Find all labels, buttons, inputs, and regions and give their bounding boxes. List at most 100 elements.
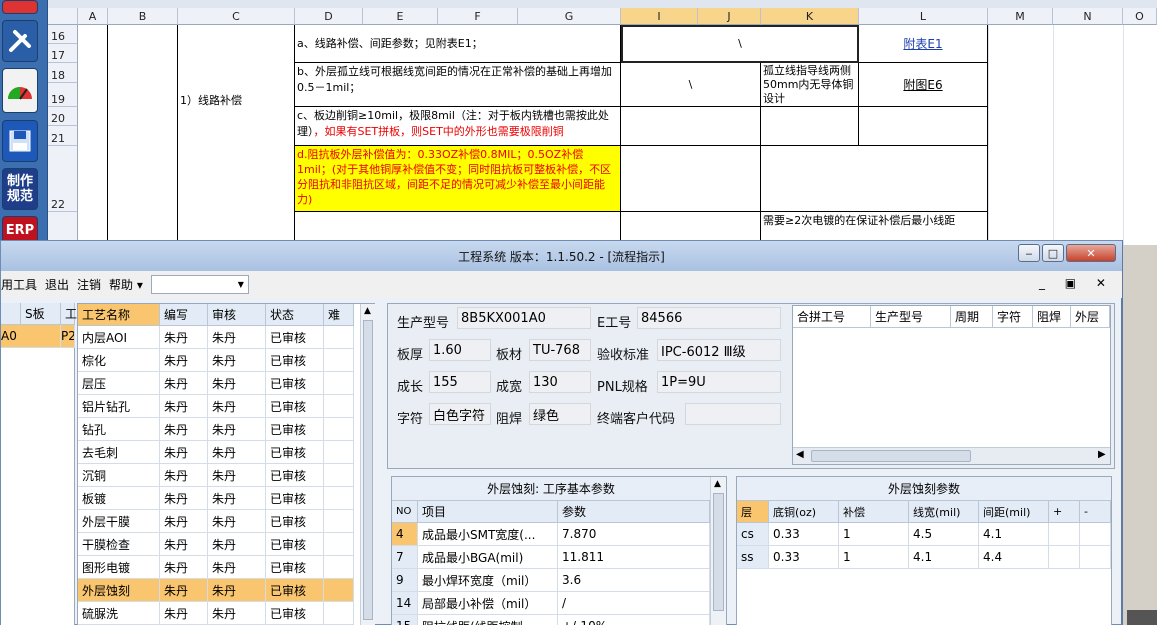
merge-grid-header[interactable]: 周期 <box>951 306 993 328</box>
row-header[interactable]: 20 <box>48 107 78 126</box>
merge-scroll-thumb[interactable] <box>811 450 971 462</box>
col-header[interactable]: I <box>621 8 698 25</box>
standard-field[interactable]: IPC-6012 Ⅲ级 <box>657 339 781 361</box>
process-grid-header[interactable]: 难 <box>324 304 354 326</box>
process-grid-cell[interactable]: 朱丹 <box>160 372 208 395</box>
menu-exit[interactable]: 退出 <box>45 276 69 293</box>
pnl-field[interactable]: 1P=9U <box>657 371 781 393</box>
cell-b-value[interactable]: \ <box>621 63 761 107</box>
scroll-left-icon[interactable]: ◀ <box>796 449 804 460</box>
etch-params-cell[interactable]: 1 <box>839 546 909 569</box>
process-grid-cell[interactable]: 朱丹 <box>160 326 208 349</box>
process-grid-cell[interactable]: 已审核 <box>266 510 324 533</box>
process-grid-cell[interactable]: 朱丹 <box>160 602 208 625</box>
basic-params-cell[interactable]: 成品最小BGA(mil) <box>418 546 558 569</box>
process-grid-cell[interactable]: 朱丹 <box>208 487 266 510</box>
etch-params-cell[interactable] <box>1049 546 1080 569</box>
etch-params-cell[interactable]: 1 <box>839 523 909 546</box>
process-grid-cell[interactable]: 朱丹 <box>208 418 266 441</box>
row-header[interactable]: 16 <box>48 25 78 44</box>
process-grid-cell[interactable] <box>324 602 354 625</box>
appendix-e6-link[interactable]: 附图E6 <box>859 63 988 107</box>
save-icon[interactable] <box>2 120 38 162</box>
cell-a-text[interactable]: a、线路补偿、间距参数；见附表E1； <box>295 25 621 63</box>
length-field[interactable]: 155 <box>429 371 491 393</box>
cell-d-note[interactable] <box>761 146 988 212</box>
left-grid-cell[interactable]: P2 <box>61 325 75 348</box>
etch-params-cell[interactable]: 4.5 <box>909 523 979 546</box>
etch-params-header[interactable]: 底铜(oz) <box>769 501 839 523</box>
process-grid-cell[interactable] <box>324 487 354 510</box>
red-tool-icon[interactable] <box>2 0 38 14</box>
process-grid-cell[interactable]: 外层蚀刻 <box>78 579 160 602</box>
process-grid-cell[interactable] <box>324 349 354 372</box>
process-grid-cell[interactable]: 朱丹 <box>160 510 208 533</box>
basic-params-cell[interactable]: 15 <box>392 615 418 625</box>
col-header[interactable]: C <box>178 8 295 25</box>
col-header[interactable]: A <box>78 8 108 25</box>
cell-c-text[interactable]: c、板边削铜≥10mil，极限8mil（注：对于板内铣槽也需按此处理），如果有S… <box>295 107 621 146</box>
process-grid-cell[interactable]: 内层AOI <box>78 326 160 349</box>
ework-field[interactable]: 84566 <box>637 307 781 329</box>
cell-d-text[interactable]: d.阻抗板外层补偿值为：0.33OZ补偿0.8MIL；0.5OZ补偿1mil；(… <box>295 146 621 212</box>
process-grid-cell[interactable]: 朱丹 <box>160 487 208 510</box>
process-grid-cell[interactable]: 朱丹 <box>160 418 208 441</box>
cell-a-value[interactable]: \ <box>621 25 859 63</box>
process-grid-cell[interactable]: 已审核 <box>266 487 324 510</box>
thickness-field[interactable]: 1.60 <box>429 339 491 361</box>
basic-params-cell[interactable]: 7.870 <box>558 523 710 546</box>
process-grid-cell[interactable]: 已审核 <box>266 533 324 556</box>
process-grid-cell[interactable] <box>324 510 354 533</box>
material-field[interactable]: TU-768 <box>529 339 591 361</box>
merge-grid-header[interactable]: 生产型号 <box>871 306 951 328</box>
merge-grid-header[interactable]: 字符 <box>993 306 1033 328</box>
process-grid-cell[interactable]: 棕化 <box>78 349 160 372</box>
row-header[interactable]: 19 <box>48 83 78 107</box>
etch-params-header[interactable]: + <box>1049 501 1080 523</box>
basic-params-vscroll[interactable]: ▲ <box>710 477 726 625</box>
basic-params-cell[interactable]: 3.6 <box>558 569 710 592</box>
process-grid-cell[interactable]: 板镀 <box>78 487 160 510</box>
basic-params-header[interactable]: NO <box>392 501 418 523</box>
basic-params-cell[interactable]: 11.811 <box>558 546 710 569</box>
process-grid-cell[interactable]: 已审核 <box>266 579 324 602</box>
process-grid-cell[interactable]: 已审核 <box>266 395 324 418</box>
process-grid-cell[interactable]: 朱丹 <box>160 464 208 487</box>
process-grid-cell[interactable]: 朱丹 <box>208 395 266 418</box>
process-grid-cell[interactable] <box>324 533 354 556</box>
customer-field[interactable] <box>685 403 781 425</box>
etch-params-header[interactable]: 线宽(mil) <box>909 501 979 523</box>
process-grid-cell[interactable]: 已审核 <box>266 418 324 441</box>
basic-params-scroll-thumb[interactable] <box>713 493 724 611</box>
basic-params-cell[interactable]: 阻抗线距(线距控制 <box>418 615 558 625</box>
basic-params-header[interactable]: 项目 <box>418 501 558 523</box>
row-header[interactable]: 22 <box>48 146 78 212</box>
process-grid-cell[interactable]: 朱丹 <box>208 372 266 395</box>
process-grid-cell[interactable]: 硫脲洗 <box>78 602 160 625</box>
process-grid-cell[interactable]: 朱丹 <box>160 349 208 372</box>
cell-c-note[interactable] <box>761 107 859 146</box>
cell-a[interactable] <box>78 25 108 245</box>
process-grid-cell[interactable]: 已审核 <box>266 556 324 579</box>
spec-button[interactable]: 制作 规范 <box>2 168 38 210</box>
gauge-icon[interactable] <box>2 68 38 113</box>
cell-b-text[interactable]: b、外层孤立线可根据线宽间距的情况在正常补偿的基础上再增加0.5－1mil； <box>295 63 621 107</box>
appendix-e1-link[interactable]: 附表E1 <box>859 25 988 63</box>
process-grid-cell[interactable]: 朱丹 <box>208 464 266 487</box>
merge-grid-header[interactable]: 合拼工号 <box>793 306 871 328</box>
left-grid-header[interactable]: S板 <box>21 303 61 325</box>
row-header[interactable]: 21 <box>48 126 78 146</box>
cell-c-link[interactable] <box>859 107 988 146</box>
scroll-up-icon[interactable]: ▲ <box>364 306 371 316</box>
process-grid-cell[interactable]: 干膜检查 <box>78 533 160 556</box>
etch-params-cell[interactable]: cs <box>737 523 769 546</box>
merge-hscrollbar[interactable]: ◀ ▶ <box>793 447 1110 464</box>
process-grid-header[interactable]: 审核 <box>208 304 266 326</box>
process-grid-cell[interactable]: 已审核 <box>266 464 324 487</box>
process-grid-cell[interactable]: 朱丹 <box>160 395 208 418</box>
etch-params-cell[interactable]: 0.33 <box>769 546 839 569</box>
basic-params-cell[interactable]: 9 <box>392 569 418 592</box>
process-grid-vscroll[interactable]: ▲ <box>360 304 375 625</box>
menu-help[interactable]: 帮助 ▾ <box>109 276 143 293</box>
process-grid-cell[interactable]: 外层干膜 <box>78 510 160 533</box>
